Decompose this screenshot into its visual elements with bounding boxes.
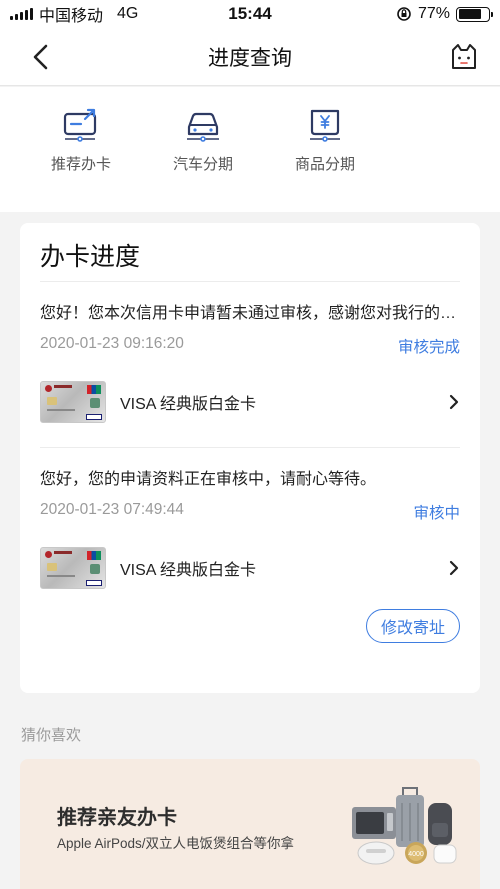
orientation-lock-icon xyxy=(397,7,411,21)
application-item[interactable]: 您好，您的申请资料正在审核中，请耐心等待。 2020-01-23 07:49:4… xyxy=(40,465,460,643)
battery-icon xyxy=(456,6,493,22)
application-message: 您好，您的申请资料正在审核中，请耐心等待。 xyxy=(40,471,377,488)
application-date: 2020-01-23 09:16:20 xyxy=(40,335,184,352)
quick-link-recommend-card[interactable]: 推荐办卡 xyxy=(20,87,142,212)
recommend-card-icon xyxy=(63,108,97,142)
quick-link-label: 汽车分期 xyxy=(172,156,233,173)
status-right: 77% xyxy=(310,5,493,23)
gift-products-illustration: 4000 xyxy=(352,787,457,865)
promo-subtitle: Apple AirPods/双立人电饭煲组合等你拿 xyxy=(57,836,295,851)
back-chevron-icon[interactable] xyxy=(28,43,54,71)
application-status: 审核中 xyxy=(413,505,460,522)
card-product-name: VISA 经典版白金卡 xyxy=(120,396,257,413)
quick-link-goods-installment[interactable]: 商品分期 xyxy=(264,87,386,212)
quick-links: 推荐办卡 汽车分期 商品分期 xyxy=(0,87,500,212)
signal-icon xyxy=(10,8,33,20)
assistant-cat-icon[interactable] xyxy=(448,41,480,73)
progress-title: 办卡进度 xyxy=(40,223,460,282)
guess-you-like-title: 猜你喜欢 xyxy=(21,727,82,744)
quick-link-label: 推荐办卡 xyxy=(50,156,111,173)
battery-percent: 77% xyxy=(417,5,450,22)
promo-title: 推荐亲友办卡 xyxy=(57,805,177,829)
page-title: 进度查询 xyxy=(208,46,292,70)
quick-link-label: 商品分期 xyxy=(294,156,355,173)
application-message: 您好！您本次信用卡申请暂未通过审核，感谢您对我行的关注与支持。 xyxy=(40,305,460,322)
status-bar: 中国移动 4G 15:44 77% xyxy=(0,0,500,28)
car-icon xyxy=(187,112,219,142)
application-item[interactable]: 您好！您本次信用卡申请暂未通过审核，感谢您对我行的关注与支持。 2020-01-… xyxy=(40,299,460,448)
status-left: 中国移动 4G xyxy=(10,2,190,26)
nav-bar: 进度查询 xyxy=(0,28,500,86)
quick-link-car-installment[interactable]: 汽车分期 xyxy=(142,87,264,212)
status-time: 15:44 xyxy=(228,4,272,23)
application-status: 审核完成 xyxy=(397,339,460,356)
application-date: 2020-01-23 07:49:44 xyxy=(40,501,184,518)
application-meta: 2020-01-23 09:16:20 审核完成 xyxy=(40,335,460,357)
application-progress-card: 办卡进度 您好！您本次信用卡申请暂未通过审核，感谢您对我行的关注与支持。 202… xyxy=(20,223,480,693)
shopping-yen-icon xyxy=(310,109,340,142)
card-product-name: VISA 经典版白金卡 xyxy=(120,562,257,579)
recommend-friend-banner[interactable]: 推荐亲友办卡 Apple AirPods/双立人电饭煲组合等你拿 4000 xyxy=(20,759,480,889)
network-label: 4G xyxy=(117,5,139,22)
application-meta: 2020-01-23 07:49:44 审核中 xyxy=(40,501,460,523)
battery-fill xyxy=(458,9,481,19)
card-product-row[interactable]: VISA 经典版白金卡 xyxy=(40,523,460,613)
coin-badge-text: 4000 xyxy=(408,851,424,858)
carrier-label: 中国移动 xyxy=(39,8,104,25)
edit-address-wrap: 修改寄址 xyxy=(40,609,460,643)
card-product-row[interactable]: VISA 经典版白金卡 xyxy=(40,357,460,447)
edit-address-button[interactable]: 修改寄址 xyxy=(366,609,460,643)
chevron-right-icon xyxy=(449,560,459,576)
chevron-right-icon xyxy=(449,394,459,410)
credit-card-image xyxy=(40,381,106,423)
credit-card-image xyxy=(40,547,106,589)
